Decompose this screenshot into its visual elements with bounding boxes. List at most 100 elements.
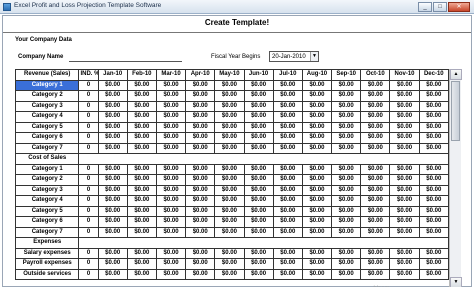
month-value-cell[interactable]: $0.00 bbox=[126, 216, 157, 228]
month-value-cell[interactable]: $0.00 bbox=[185, 195, 216, 207]
month-value-cell[interactable]: $0.00 bbox=[214, 195, 245, 207]
month-value-cell[interactable]: $0.00 bbox=[97, 226, 128, 238]
month-value-cell[interactable]: $0.00 bbox=[360, 90, 391, 102]
month-value-cell[interactable]: $0.00 bbox=[155, 247, 187, 259]
month-value-cell[interactable]: $0.00 bbox=[126, 163, 157, 175]
row-label-cell[interactable]: Category 7 bbox=[15, 226, 80, 238]
month-value-cell[interactable]: $0.00 bbox=[331, 174, 362, 186]
month-value-cell[interactable]: $0.00 bbox=[97, 174, 128, 186]
month-value-cell[interactable]: $0.00 bbox=[243, 132, 274, 144]
month-value-cell[interactable]: $0.00 bbox=[243, 184, 274, 196]
month-value-cell[interactable]: $0.00 bbox=[418, 174, 449, 186]
scroll-up-arrow-icon[interactable]: ▲ bbox=[450, 69, 462, 80]
month-value-cell[interactable]: $0.00 bbox=[301, 195, 333, 207]
row-label-cell[interactable]: Salary expenses bbox=[15, 247, 80, 259]
month-value-cell[interactable]: $0.00 bbox=[243, 121, 274, 133]
month-value-cell[interactable]: $0.00 bbox=[243, 79, 274, 91]
row-label-cell[interactable]: Category 4 bbox=[15, 111, 80, 123]
month-value-cell[interactable]: $0.00 bbox=[418, 258, 449, 270]
month-value-cell[interactable]: $0.00 bbox=[272, 247, 303, 259]
month-value-cell[interactable]: $0.00 bbox=[418, 163, 449, 175]
month-value-cell[interactable]: $0.00 bbox=[389, 195, 420, 207]
month-value-cell[interactable]: $0.00 bbox=[126, 268, 157, 280]
month-value-cell[interactable]: $0.00 bbox=[418, 195, 449, 207]
month-value-cell[interactable]: $0.00 bbox=[331, 216, 362, 228]
month-value-cell[interactable]: $0.00 bbox=[126, 142, 157, 154]
month-value-cell[interactable]: $0.00 bbox=[272, 100, 303, 112]
month-value-cell[interactable]: $0.00 bbox=[331, 142, 362, 154]
month-value-cell[interactable]: $0.00 bbox=[126, 184, 157, 196]
month-value-cell[interactable]: $0.00 bbox=[185, 174, 216, 186]
row-label-cell[interactable]: Category 5 bbox=[15, 121, 80, 133]
month-value-cell[interactable]: $0.00 bbox=[360, 216, 391, 228]
month-value-cell[interactable]: $0.00 bbox=[185, 111, 216, 123]
month-value-cell[interactable]: $0.00 bbox=[301, 142, 333, 154]
month-value-cell[interactable]: $0.00 bbox=[155, 268, 187, 280]
ind-percent-cell[interactable]: 0 bbox=[78, 142, 99, 154]
month-value-cell[interactable]: $0.00 bbox=[331, 100, 362, 112]
row-label-cell[interactable]: Category 6 bbox=[15, 216, 80, 228]
month-value-cell[interactable]: $0.00 bbox=[418, 216, 449, 228]
month-value-cell[interactable]: $0.00 bbox=[301, 132, 333, 144]
month-value-cell[interactable]: $0.00 bbox=[185, 132, 216, 144]
month-value-cell[interactable]: $0.00 bbox=[126, 174, 157, 186]
month-value-cell[interactable]: $0.00 bbox=[301, 216, 333, 228]
month-value-cell[interactable]: $0.00 bbox=[418, 184, 449, 196]
month-value-cell[interactable]: $0.00 bbox=[389, 121, 420, 133]
month-value-cell[interactable]: $0.00 bbox=[243, 111, 274, 123]
month-value-cell[interactable]: $0.00 bbox=[331, 111, 362, 123]
ind-percent-cell[interactable]: 0 bbox=[78, 258, 99, 270]
ind-percent-cell[interactable]: 0 bbox=[78, 121, 99, 133]
month-value-cell[interactable]: $0.00 bbox=[97, 268, 128, 280]
month-value-cell[interactable]: $0.00 bbox=[301, 184, 333, 196]
month-value-cell[interactable]: $0.00 bbox=[389, 79, 420, 91]
month-value-cell[interactable]: $0.00 bbox=[301, 174, 333, 186]
month-value-cell[interactable]: $0.00 bbox=[97, 184, 128, 196]
month-value-cell[interactable]: $0.00 bbox=[418, 79, 449, 91]
month-value-cell[interactable]: $0.00 bbox=[418, 226, 449, 238]
month-value-cell[interactable]: $0.00 bbox=[360, 79, 391, 91]
month-value-cell[interactable]: $0.00 bbox=[155, 258, 187, 270]
row-label-cell[interactable]: Category 2 bbox=[15, 174, 80, 186]
month-value-cell[interactable]: $0.00 bbox=[97, 247, 128, 259]
row-label-cell[interactable]: Category 4 bbox=[15, 195, 80, 207]
month-value-cell[interactable]: $0.00 bbox=[155, 121, 187, 133]
ind-percent-cell[interactable]: 0 bbox=[78, 100, 99, 112]
month-value-cell[interactable]: $0.00 bbox=[272, 111, 303, 123]
month-value-cell[interactable]: $0.00 bbox=[331, 121, 362, 133]
month-value-cell[interactable]: $0.00 bbox=[243, 268, 274, 280]
month-value-cell[interactable]: $0.00 bbox=[272, 195, 303, 207]
month-value-cell[interactable]: $0.00 bbox=[185, 184, 216, 196]
month-value-cell[interactable]: $0.00 bbox=[331, 195, 362, 207]
month-value-cell[interactable]: $0.00 bbox=[214, 205, 245, 217]
ind-percent-cell[interactable]: 0 bbox=[78, 174, 99, 186]
month-value-cell[interactable]: $0.00 bbox=[360, 111, 391, 123]
month-value-cell[interactable]: $0.00 bbox=[272, 184, 303, 196]
month-value-cell[interactable]: $0.00 bbox=[418, 100, 449, 112]
month-value-cell[interactable]: $0.00 bbox=[389, 142, 420, 154]
month-value-cell[interactable]: $0.00 bbox=[389, 111, 420, 123]
month-value-cell[interactable]: $0.00 bbox=[301, 121, 333, 133]
month-value-cell[interactable]: $0.00 bbox=[418, 268, 449, 280]
month-value-cell[interactable]: $0.00 bbox=[389, 132, 420, 144]
month-value-cell[interactable]: $0.00 bbox=[97, 79, 128, 91]
month-value-cell[interactable]: $0.00 bbox=[272, 132, 303, 144]
month-value-cell[interactable]: $0.00 bbox=[97, 90, 128, 102]
month-value-cell[interactable]: $0.00 bbox=[418, 132, 449, 144]
ind-percent-cell[interactable]: 0 bbox=[78, 268, 99, 280]
ind-percent-cell[interactable]: 0 bbox=[78, 111, 99, 123]
month-value-cell[interactable]: $0.00 bbox=[185, 163, 216, 175]
month-value-cell[interactable]: $0.00 bbox=[301, 258, 333, 270]
month-value-cell[interactable]: $0.00 bbox=[360, 100, 391, 112]
month-value-cell[interactable]: $0.00 bbox=[97, 142, 128, 154]
month-value-cell[interactable]: $0.00 bbox=[126, 100, 157, 112]
scroll-thumb[interactable] bbox=[451, 81, 460, 141]
month-value-cell[interactable]: $0.00 bbox=[155, 195, 187, 207]
month-value-cell[interactable]: $0.00 bbox=[272, 163, 303, 175]
month-value-cell[interactable]: $0.00 bbox=[331, 247, 362, 259]
month-value-cell[interactable]: $0.00 bbox=[214, 268, 245, 280]
month-value-cell[interactable]: $0.00 bbox=[126, 195, 157, 207]
month-value-cell[interactable]: $0.00 bbox=[214, 100, 245, 112]
month-value-cell[interactable]: $0.00 bbox=[97, 216, 128, 228]
row-label-cell[interactable]: Category 7 bbox=[15, 142, 80, 154]
